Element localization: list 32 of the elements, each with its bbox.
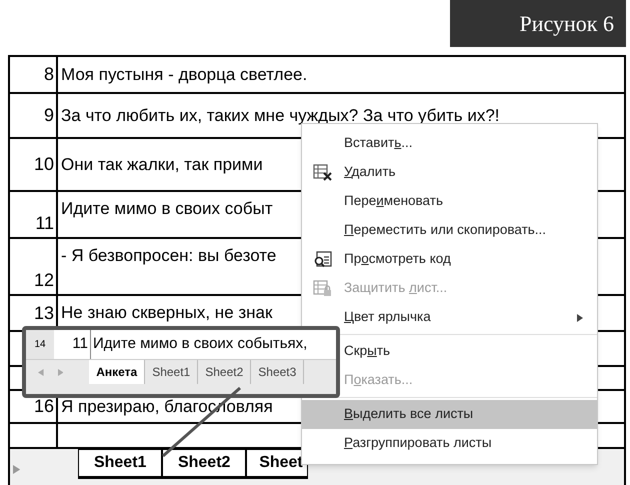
table-cell-text: За что любить их, таких мне чуждых? За что убить их?! bbox=[61, 104, 500, 127]
sheet-tab[interactable]: Sheet2 bbox=[162, 449, 246, 479]
sheet-tab[interactable]: Sheet3 bbox=[251, 360, 304, 384]
menu-item[interactable]: Вставить... bbox=[344, 133, 413, 154]
menu-item[interactable]: Скрыть bbox=[344, 341, 390, 362]
table-cell-text: Идите мимо в своих событьях, bbox=[93, 334, 308, 354]
menu-item[interactable]: Переименовать bbox=[344, 191, 443, 212]
row-number: 12 bbox=[34, 269, 54, 292]
row-number: 10 bbox=[34, 153, 54, 176]
row-number: 16 bbox=[34, 395, 54, 418]
menu-item[interactable]: Переместить или скопировать... bbox=[344, 220, 546, 241]
table-cell-text: Моя пустыня - дворца светлее. bbox=[61, 64, 308, 86]
table-cell-text: - Я безвопросен: вы безоте bbox=[61, 245, 276, 267]
menu-item[interactable]: Удалить bbox=[344, 162, 396, 183]
table-cell-text: Идите мимо в своих событ bbox=[61, 198, 273, 220]
sheet-tab[interactable]: Анкета bbox=[89, 360, 146, 384]
menu-item[interactable]: Цвет ярлычка bbox=[344, 307, 431, 328]
figure-caption: Рисунок 6 bbox=[450, 0, 626, 47]
sheet-tab[interactable]: Sheet2 bbox=[198, 360, 252, 384]
menu-item[interactable]: Разгруппировать листы bbox=[344, 433, 492, 454]
row-number: 8 bbox=[44, 63, 54, 86]
row-header: 14 bbox=[26, 330, 54, 359]
table-cell: 11 bbox=[54, 330, 91, 359]
row-number: 9 bbox=[44, 104, 54, 127]
sheet-tab[interactable]: Sheet1 bbox=[145, 360, 198, 384]
table-cell-text: Не знаю скверных, не знак bbox=[61, 302, 272, 324]
row-number: 11 bbox=[35, 212, 54, 235]
table-cell-text: Они так жалки, так прими bbox=[61, 154, 263, 176]
menu-item[interactable]: Просмотреть код bbox=[344, 249, 451, 270]
row-number: 13 bbox=[34, 302, 54, 324]
sheet-tab[interactable]: Sheet1 bbox=[78, 449, 162, 479]
sheet-tab[interactable]: Sheet bbox=[246, 449, 308, 479]
